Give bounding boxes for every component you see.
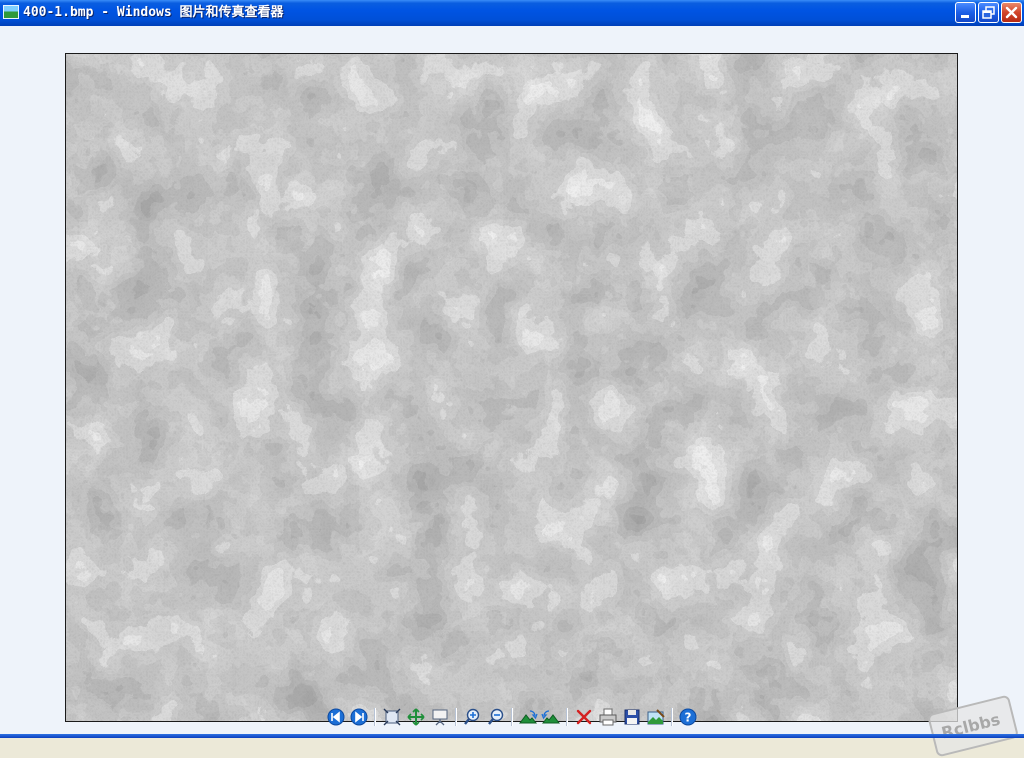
print-button[interactable] xyxy=(598,707,618,727)
previous-image-button[interactable] xyxy=(326,707,346,727)
print-icon xyxy=(599,708,617,726)
best-fit-icon xyxy=(383,708,401,726)
delete-icon xyxy=(576,709,592,725)
restore-icon xyxy=(982,6,995,19)
window-bottom-border xyxy=(0,734,1024,738)
help-button[interactable]: ? xyxy=(678,707,698,727)
slideshow-button[interactable] xyxy=(430,707,450,727)
minimize-button[interactable] xyxy=(955,2,976,23)
rotate-clockwise-button[interactable] xyxy=(518,707,538,727)
image-viewport: Rclbbs xyxy=(0,26,1024,758)
toolbar-separator xyxy=(455,708,457,726)
toolbar-separator xyxy=(374,708,376,726)
toolbar-separator xyxy=(511,708,513,726)
delete-button[interactable] xyxy=(574,707,594,727)
minimize-icon xyxy=(961,15,969,18)
previous-icon xyxy=(327,708,345,726)
rotate-cw-icon xyxy=(519,710,538,724)
zoom-out-button[interactable] xyxy=(486,707,506,727)
close-button[interactable] xyxy=(1001,2,1022,23)
actual-size-icon xyxy=(407,708,425,726)
next-image-button[interactable] xyxy=(349,707,369,727)
zoom-in-icon xyxy=(464,708,480,725)
restore-button[interactable] xyxy=(978,2,999,23)
micrograph-image xyxy=(66,54,957,721)
svg-text:?: ? xyxy=(685,711,692,725)
slideshow-icon xyxy=(432,709,448,726)
window-title: 400-1.bmp - Windows 图片和传真查看器 xyxy=(23,5,284,20)
zoom-out-icon xyxy=(488,708,504,725)
close-icon xyxy=(1005,6,1018,19)
edit-icon xyxy=(647,709,665,725)
open-editor-button[interactable] xyxy=(646,707,666,727)
best-fit-button[interactable] xyxy=(382,707,402,727)
toolbar-separator xyxy=(671,708,673,726)
rotate-ccw-icon xyxy=(541,710,560,724)
photo-icon xyxy=(3,5,19,19)
save-icon xyxy=(624,709,640,725)
actual-size-button[interactable] xyxy=(406,707,426,727)
help-icon: ? xyxy=(679,708,697,726)
toolbar-separator xyxy=(566,708,568,726)
viewer-toolbar: ? xyxy=(0,703,1024,729)
save-button[interactable] xyxy=(622,707,642,727)
title-bar[interactable]: 400-1.bmp - Windows 图片和传真查看器 xyxy=(0,0,1024,26)
displayed-image[interactable] xyxy=(65,53,958,722)
zoom-in-button[interactable] xyxy=(462,707,482,727)
next-icon xyxy=(350,708,368,726)
rotate-counterclockwise-button[interactable] xyxy=(541,707,561,727)
